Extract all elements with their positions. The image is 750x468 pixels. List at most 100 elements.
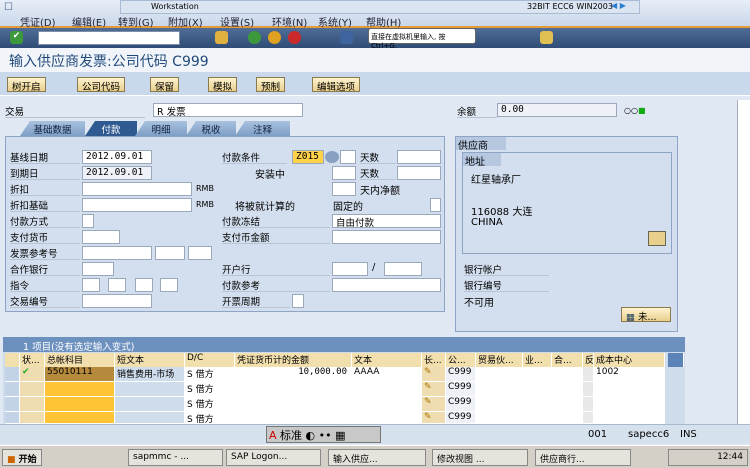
vertical-scrollbar[interactable] bbox=[737, 100, 750, 424]
menu-item[interactable]: 编辑(E) bbox=[72, 14, 106, 29]
table-cell[interactable] bbox=[115, 382, 185, 397]
table-cell[interactable]: 55010111 bbox=[45, 367, 115, 382]
start-button[interactable]: ■ 开始 bbox=[2, 449, 42, 466]
tab[interactable]: 基础数据 bbox=[20, 121, 85, 136]
input-field[interactable] bbox=[332, 230, 441, 244]
table-cell[interactable] bbox=[235, 397, 352, 412]
input-field[interactable] bbox=[82, 278, 100, 292]
menu-item[interactable]: 系统(Y) bbox=[318, 14, 352, 29]
more-button[interactable]: ▦ 未... bbox=[621, 307, 671, 323]
tab[interactable]: 税收 bbox=[186, 121, 236, 136]
input-field[interactable] bbox=[82, 182, 192, 196]
taskbar-item[interactable]: SAP Logon... bbox=[226, 449, 321, 466]
command-field[interactable] bbox=[38, 31, 180, 45]
table-cell[interactable]: 销售费用-市场 bbox=[115, 367, 185, 382]
column-header[interactable]: 合... bbox=[552, 353, 583, 367]
sap-menu-icon[interactable]: ☐ bbox=[4, 2, 13, 13]
input-field[interactable] bbox=[397, 150, 441, 164]
table-cell[interactable] bbox=[352, 397, 422, 412]
tab[interactable]: 注释 bbox=[235, 121, 290, 136]
table-cell[interactable] bbox=[352, 382, 422, 397]
taskbar-item[interactable]: 修改视图 ... bbox=[432, 449, 528, 466]
table-cell[interactable] bbox=[476, 412, 523, 424]
input-field[interactable] bbox=[82, 262, 114, 276]
table-cell[interactable]: 1002 bbox=[594, 367, 665, 382]
table-cell[interactable] bbox=[476, 397, 523, 412]
input-field[interactable] bbox=[397, 166, 441, 180]
input-field[interactable] bbox=[384, 262, 422, 276]
table-cell[interactable]: S 借方 bbox=[185, 367, 235, 382]
cancel-icon[interactable] bbox=[288, 31, 301, 44]
input-field[interactable] bbox=[108, 278, 126, 292]
input-field[interactable] bbox=[292, 294, 304, 308]
ime-bar[interactable]: A 标准 ◐ •• ▦ bbox=[266, 426, 381, 443]
row-selector[interactable] bbox=[5, 382, 20, 397]
table-cell[interactable] bbox=[45, 397, 115, 412]
column-header[interactable]: 状... bbox=[20, 353, 45, 367]
app-button[interactable]: 树开启 bbox=[7, 77, 46, 93]
input-field[interactable] bbox=[82, 294, 152, 308]
table-settings-icon[interactable] bbox=[668, 353, 684, 367]
table-cell[interactable] bbox=[583, 367, 594, 382]
column-header[interactable]: D/C bbox=[185, 353, 235, 367]
input-field[interactable]: 2012.09.01 bbox=[82, 150, 152, 164]
input-field[interactable] bbox=[430, 198, 441, 212]
app-button[interactable]: 预制 bbox=[256, 77, 286, 93]
input-field[interactable] bbox=[332, 166, 356, 180]
table-cell[interactable] bbox=[235, 382, 352, 397]
table-cell[interactable]: C999 bbox=[446, 382, 476, 397]
column-header[interactable]: 短文本 bbox=[115, 353, 185, 367]
column-header[interactable]: 成本中心 bbox=[594, 353, 665, 367]
table-cell[interactable]: S 借方 bbox=[185, 382, 235, 397]
input-field[interactable] bbox=[340, 150, 356, 164]
help-icon[interactable] bbox=[540, 31, 553, 44]
table-cell[interactable] bbox=[476, 382, 523, 397]
input-field[interactable] bbox=[160, 278, 178, 292]
table-cell[interactable]: 10,000.00 bbox=[235, 367, 352, 382]
transaction-select[interactable]: R 发票 bbox=[153, 103, 303, 117]
table-cell[interactable] bbox=[594, 397, 665, 412]
table-cell[interactable]: C999 bbox=[446, 367, 476, 382]
menu-item[interactable]: 附加(X) bbox=[168, 14, 203, 29]
table-cell[interactable] bbox=[552, 382, 583, 397]
layout-icon[interactable] bbox=[340, 31, 353, 44]
table-cell[interactable]: C999 bbox=[446, 412, 476, 424]
table-cell[interactable] bbox=[523, 397, 552, 412]
column-header[interactable]: 贸易伙... bbox=[476, 353, 523, 367]
table-cell[interactable]: S 借方 bbox=[185, 397, 235, 412]
workstation-menu[interactable]: Workstation bbox=[151, 2, 199, 11]
table-cell[interactable] bbox=[583, 397, 594, 412]
table-cell[interactable]: C999 bbox=[446, 397, 476, 412]
table-cell[interactable] bbox=[552, 397, 583, 412]
input-field[interactable] bbox=[82, 230, 120, 244]
exit-icon[interactable] bbox=[268, 31, 281, 44]
app-button[interactable]: 模拟 bbox=[208, 77, 238, 93]
column-header[interactable]: 反... bbox=[583, 353, 594, 367]
input-field[interactable] bbox=[188, 246, 212, 260]
table-cell[interactable]: S 借方 bbox=[185, 412, 235, 424]
column-header[interactable]: 凭证货币计的金额 bbox=[235, 353, 352, 367]
input-field[interactable] bbox=[135, 278, 153, 292]
menu-item[interactable]: 环境(N) bbox=[272, 14, 307, 29]
app-button[interactable]: 公司代码 bbox=[77, 77, 126, 93]
menu-item[interactable]: 设置(S) bbox=[220, 14, 254, 29]
menu-item[interactable]: 帮助(H) bbox=[366, 14, 401, 29]
column-header[interactable]: 总帐科目 bbox=[45, 353, 115, 367]
table-cell[interactable]: AAAA bbox=[352, 367, 422, 382]
save-icon[interactable] bbox=[215, 31, 228, 44]
input-field[interactable] bbox=[82, 214, 94, 228]
input-field[interactable] bbox=[155, 246, 185, 260]
row-selector[interactable] bbox=[5, 397, 20, 412]
table-cell[interactable] bbox=[352, 412, 422, 424]
table-cell[interactable] bbox=[523, 412, 552, 424]
column-header[interactable]: 长... bbox=[422, 353, 446, 367]
table-cell[interactable] bbox=[552, 367, 583, 382]
table-cell[interactable] bbox=[583, 382, 594, 397]
pay-block-select[interactable]: 自由付款 bbox=[332, 214, 441, 228]
table-cell[interactable] bbox=[115, 412, 185, 424]
address-detail-icon[interactable] bbox=[648, 231, 666, 246]
table-cell[interactable] bbox=[45, 412, 115, 424]
input-field[interactable]: 2012.09.01 bbox=[82, 166, 152, 180]
enter-icon[interactable]: ✔ bbox=[10, 31, 23, 44]
table-cell[interactable] bbox=[594, 382, 665, 397]
